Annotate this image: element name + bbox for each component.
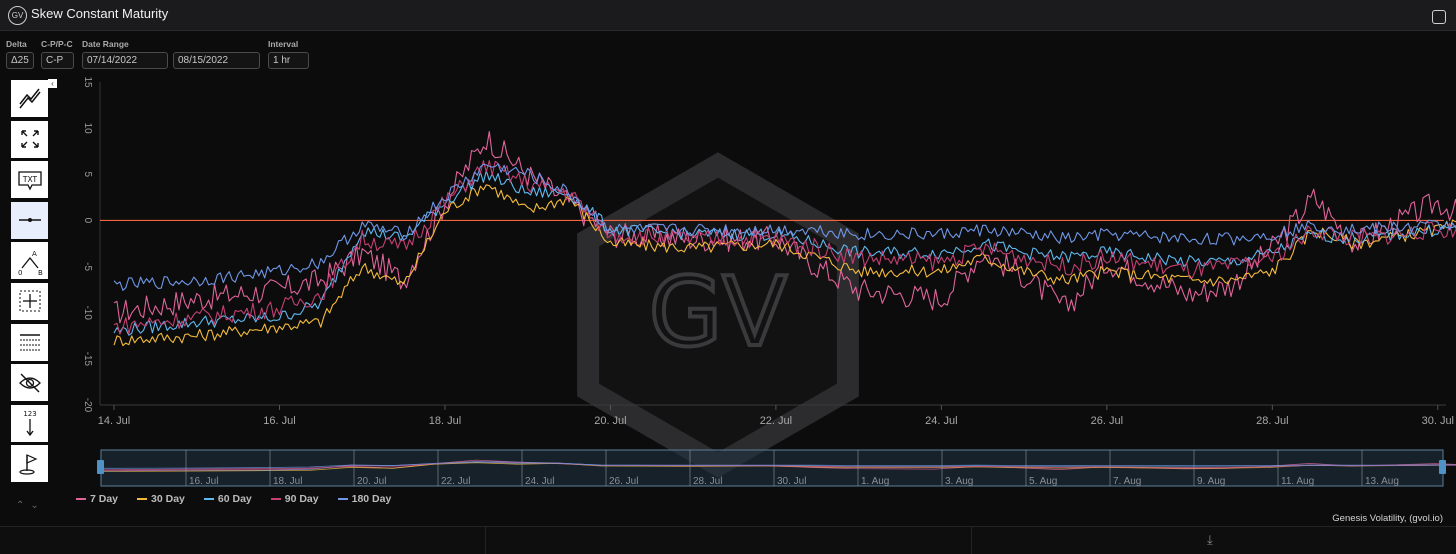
x-tick-label: 26. Jul (1091, 415, 1123, 427)
credits-text: Genesis Volatility, (gvol.io) (1332, 513, 1443, 524)
range-navigator[interactable]: 16. Jul 18. Jul 20. Jul 22. Jul 24. Jul 26. J… (97, 449, 1456, 487)
delta-label: Delta (6, 39, 27, 49)
y-tick-label: -20 (82, 398, 93, 413)
legend-swatch (76, 498, 86, 500)
navigator-tick-label: 5. Aug (1029, 476, 1057, 487)
download-icon[interactable]: ⤓ (1207, 532, 1213, 548)
date-end-input[interactable]: 08/15/2022 (173, 52, 260, 69)
page-title: Skew Constant Maturity (31, 6, 169, 21)
navigator-tick-label: 22. Jul (441, 476, 470, 487)
chart-legend: 7 Day 30 Day 60 Day 90 Day 180 Day (76, 493, 391, 505)
gv-watermark: GV (577, 152, 859, 478)
date-range-label: Date Range (82, 39, 129, 49)
navigator-tick-label: 28. Jul (693, 476, 722, 487)
cp-select[interactable]: C-P (41, 52, 74, 69)
legend-label: 30 Day (151, 493, 185, 505)
y-tick-label: 5 (82, 172, 93, 178)
y-axis: 15 10 5 0 -5 -10 -15 -20 (82, 76, 101, 413)
interval-label: Interval (268, 39, 299, 49)
navigator-tick-label: 13. Aug (1365, 476, 1399, 487)
x-tick-label: 28. Jul (1256, 415, 1288, 427)
legend-item-180-day[interactable]: 180 Day (337, 493, 392, 505)
navigator-tick-label: 18. Jul (273, 476, 302, 487)
legend-swatch (337, 498, 348, 500)
y-tick-label: -5 (82, 262, 93, 271)
navigator-tick-label: 3. Aug (945, 476, 973, 487)
navigator-tick-label: 7. Aug (1113, 476, 1141, 487)
legend-item-90-day[interactable]: 90 Day (270, 493, 319, 505)
footer-divider (971, 527, 972, 554)
window-restore-icon[interactable] (1432, 10, 1446, 24)
navigator-tick-label: 26. Jul (609, 476, 638, 487)
x-tick-label: 24. Jul (925, 415, 957, 427)
legend-item-30-day[interactable]: 30 Day (137, 493, 185, 505)
legend-item-7-day[interactable]: 7 Day (76, 493, 118, 505)
title-bar: GV Skew Constant Maturity (0, 0, 1456, 31)
y-tick-label: -15 (82, 352, 93, 367)
x-tick-label: 16. Jul (263, 415, 295, 427)
navigator-tick-label: 16. Jul (189, 476, 218, 487)
footer-divider (485, 527, 486, 554)
legend-label: 180 Day (351, 493, 392, 505)
x-tick-label: 20. Jul (594, 415, 626, 427)
cp-label: C-P/P-C (41, 39, 73, 49)
y-tick-label: -10 (82, 305, 93, 320)
x-tick-label: 22. Jul (760, 415, 792, 427)
skew-chart[interactable]: GV 15 10 5 0 -5 -10 -15 -20 14. Jul 16. Jul 18. J… (0, 75, 1456, 515)
y-tick-label: 15 (82, 76, 93, 88)
x-tick-label: 14. Jul (98, 415, 130, 427)
legend-swatch (270, 498, 281, 500)
navigator-tick-label: 1. Aug (861, 476, 889, 487)
legend-label: 60 Day (217, 493, 252, 505)
navigator-tick-label: 24. Jul (525, 476, 554, 487)
navigator-left-handle[interactable] (97, 460, 104, 474)
legend-label: 7 Day (90, 493, 119, 505)
x-tick-label: 30. Jul (1422, 415, 1454, 427)
navigator-tick-label: 9. Aug (1197, 476, 1225, 487)
navigator-right-handle[interactable] (1439, 460, 1446, 474)
legend-swatch (203, 498, 214, 500)
interval-select[interactable]: 1 hr (268, 52, 309, 69)
y-tick-label: 0 (82, 218, 93, 224)
delta-select[interactable]: Δ25 (6, 52, 34, 69)
footer-bar: ⤓ (0, 526, 1456, 554)
date-start-input[interactable]: 07/14/2022 (82, 52, 168, 69)
navigator-tick-label: 30. Jul (777, 476, 806, 487)
legend-label: 90 Day (284, 493, 319, 505)
x-tick-label: 18. Jul (429, 415, 461, 427)
y-tick-label: 10 (82, 123, 93, 135)
legend-swatch (137, 498, 148, 500)
navigator-tick-label: 20. Jul (357, 476, 386, 487)
navigator-tick-label: 11. Aug (1281, 476, 1314, 487)
legend-item-60-day[interactable]: 60 Day (203, 493, 252, 505)
app-logo: GV (8, 6, 27, 25)
